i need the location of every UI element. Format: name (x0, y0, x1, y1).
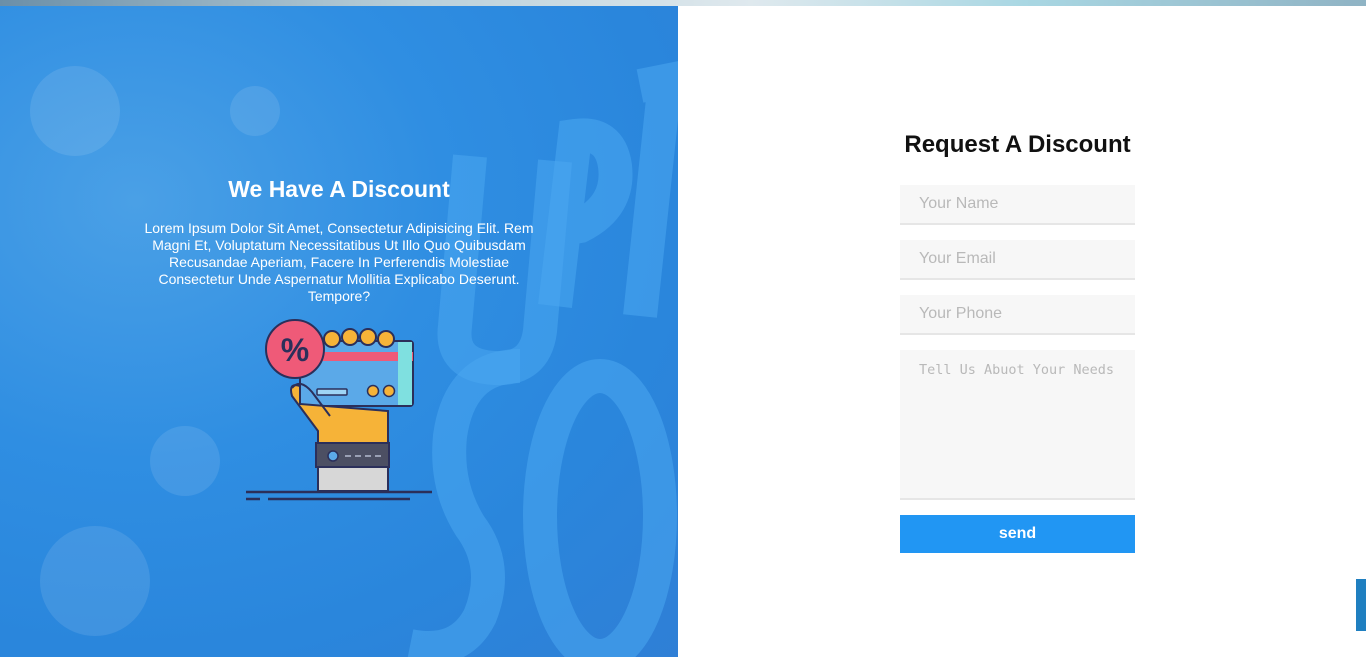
needs-textarea[interactable] (900, 350, 1135, 500)
svg-text:%: % (281, 332, 309, 368)
name-input[interactable] (900, 185, 1135, 225)
scroll-to-top-tab[interactable] (1356, 579, 1366, 631)
phone-input[interactable] (900, 295, 1135, 335)
email-input[interactable] (900, 240, 1135, 280)
send-button[interactable]: send (900, 515, 1135, 553)
hand-holding-discount-card-icon: % (246, 319, 432, 501)
hero-title: We Have A Discount (228, 176, 450, 202)
discount-hero: We Have A Discount Lorem Ipsum Dolor Sit… (0, 6, 678, 657)
hero-description: Lorem Ipsum Dolor Sit Amet, Consectetur … (144, 220, 534, 304)
form-title: Request A Discount (904, 131, 1131, 158)
